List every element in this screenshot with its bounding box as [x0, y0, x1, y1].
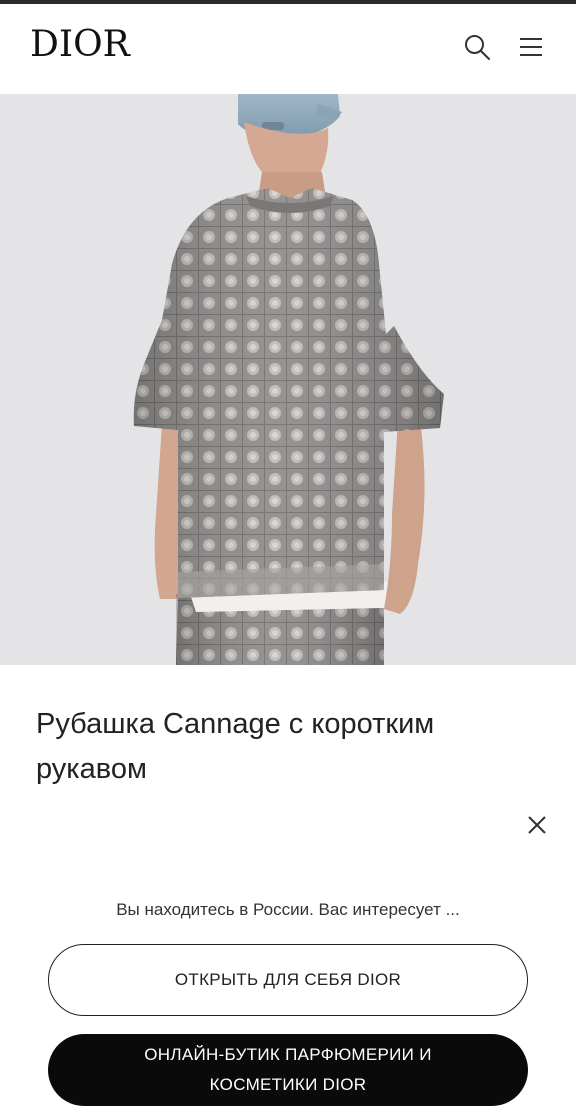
online-boutique-label: ОНЛАЙН-БУТИК ПАРФЮМЕРИИ И КОСМЕТИКИ DIOR	[144, 1045, 432, 1094]
dior-logo[interactable]: DIOR	[30, 24, 130, 65]
search-icon[interactable]	[462, 32, 492, 62]
site-header: DIOR	[0, 4, 576, 94]
discover-dior-label: ОТКРЫТЬ ДЛЯ СЕБЯ DIOR	[174, 970, 402, 989]
online-boutique-button[interactable]: ОНЛАЙН-БУТИК ПАРФЮМЕРИИ И КОСМЕТИКИ DIOR	[48, 1034, 528, 1106]
location-question: Вы находитесь в России. Вас интересует .…	[116, 900, 460, 919]
product-photo	[133, 94, 444, 665]
close-icon[interactable]	[526, 814, 548, 836]
discover-dior-button[interactable]: ОТКРЫТЬ ДЛЯ СЕБЯ DIOR	[48, 944, 528, 1016]
product-image-carousel[interactable]	[0, 94, 576, 665]
menu-icon[interactable]	[518, 34, 544, 60]
product-title: Рубашка Cannage с коротким рукавом	[36, 708, 435, 785]
